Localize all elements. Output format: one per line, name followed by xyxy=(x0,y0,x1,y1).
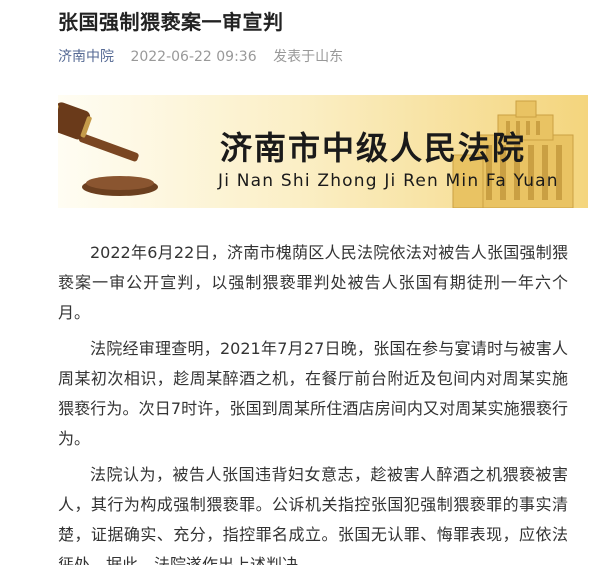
article-body: 2022年6月22日，济南市槐荫区人民法院依法对被告人张国强制猥亵案一审公开宣判… xyxy=(58,238,568,565)
publish-location: 发表于山东 xyxy=(273,49,344,65)
article-page: 张国强制猥亵案一审宣判 济南中院 2022-06-22 09:36 发表于山东 xyxy=(0,0,600,565)
paragraph: 法院认为，被告人张国违背妇女意志，趁被害人醉酒之机猥亵被害人，其行为构成强制猥亵… xyxy=(58,465,568,565)
banner-subtitle: Ji Nan Shi Zhong Ji Ren Min Fa Yuan xyxy=(218,171,559,191)
court-banner: 济南市中级人民法院 Ji Nan Shi Zhong Ji Ren Min Fa… xyxy=(58,95,588,208)
gavel-icon xyxy=(58,102,158,196)
paragraph: 2022年6月22日，济南市槐荫区人民法院依法对被告人张国强制猥亵案一审公开宣判… xyxy=(58,243,568,322)
publish-time: 2022-06-22 09:36 xyxy=(130,49,257,65)
article-title: 张国强制猥亵案一审宣判 xyxy=(58,10,284,34)
banner-title: 济南市中级人民法院 xyxy=(220,129,527,167)
paragraph: 法院经审理查明，2021年7月27日晚，张国在参与宴请时与被害人周某初次相识，趁… xyxy=(58,339,568,448)
source-link[interactable]: 济南中院 xyxy=(58,49,114,65)
article-meta: 济南中院 2022-06-22 09:36 发表于山东 xyxy=(58,46,343,66)
